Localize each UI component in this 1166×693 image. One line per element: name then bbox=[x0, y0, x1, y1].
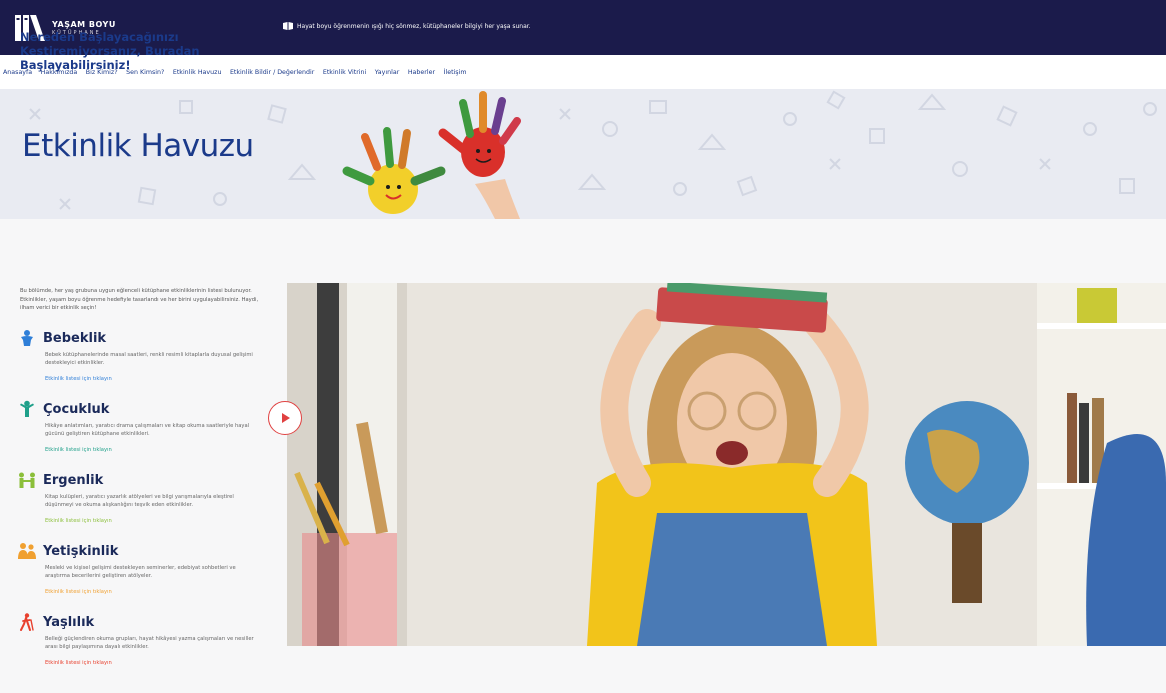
stage-header: Çocukluk bbox=[18, 399, 268, 419]
stage-link[interactable]: Etkinlik listesi için tıklayın bbox=[45, 660, 268, 666]
stage-title: Yaşlılık bbox=[43, 614, 95, 630]
stage-title: Çocukluk bbox=[43, 401, 110, 417]
elderly-walking-icon bbox=[20, 613, 34, 631]
stage-ergenlik: Ergenlik Kitap kulüpleri, yaratıcı yazar… bbox=[18, 470, 268, 524]
stage-description: Kitap kulüpleri, yaratıcı yazarlık atöly… bbox=[45, 494, 234, 508]
stage-title: Ergenlik bbox=[43, 472, 104, 488]
baby-icon bbox=[21, 330, 33, 346]
nav-item-etkinlik-vitrini[interactable]: Etkinlik Vitrini bbox=[323, 69, 366, 76]
adults-icon bbox=[18, 543, 36, 559]
play-video-button[interactable] bbox=[268, 401, 302, 435]
stage-link[interactable]: Etkinlik listesi için tıklayın bbox=[45, 376, 268, 382]
stage-title: Yetişkinlik bbox=[43, 543, 119, 559]
stage-description: Bebek kütüphanelerinde masal saatleri, r… bbox=[45, 352, 253, 366]
stage-description: Belleği güçlendiren okuma grupları, haya… bbox=[45, 636, 254, 650]
tagline: Hayat boyu öğrenmenin ışığı hiç sönmez, … bbox=[283, 22, 531, 30]
stage-yaslilik: Yaşlılık Belleği güçlendiren okuma grupl… bbox=[18, 612, 268, 666]
girl-with-books-image bbox=[287, 283, 1166, 646]
page-title: Etkinlik Havuzu bbox=[22, 128, 254, 164]
logo-line1: YAŞAM BOYU bbox=[52, 19, 116, 29]
stage-header: Yaşlılık bbox=[18, 612, 268, 632]
stage-link[interactable]: Etkinlik listesi için tıklayın bbox=[45, 447, 268, 453]
stage-link[interactable]: Etkinlik listesi için tıklayın bbox=[45, 518, 268, 524]
play-icon bbox=[282, 413, 290, 423]
stage-bebeklik: Bebeklik Bebek kütüphanelerinde masal sa… bbox=[18, 328, 268, 382]
section-intro: Bu bölümde, her yaş grubuna uygun eğlenc… bbox=[20, 288, 259, 311]
teen-icon bbox=[19, 472, 35, 488]
stage-title: Bebeklik bbox=[43, 330, 107, 346]
stage-cocukluk: Çocukluk Hikâye anlatımları, yaratıcı dr… bbox=[18, 399, 268, 453]
nav-item-iletisim[interactable]: İletişim bbox=[444, 69, 467, 76]
stage-header: Bebeklik bbox=[18, 328, 268, 348]
nav-item-yayinlar[interactable]: Yayınlar bbox=[375, 69, 400, 76]
child-icon bbox=[20, 400, 34, 417]
painted-hands-image bbox=[342, 91, 521, 219]
hero-banner: Etkinlik Havuzu bbox=[0, 89, 1166, 219]
tagline-text: Hayat boyu öğrenmenin ışığı hiç sönmez, … bbox=[297, 22, 531, 30]
stage-header: Yetişkinlik bbox=[18, 541, 268, 561]
featured-photo bbox=[287, 283, 1166, 646]
stage-yetiskinlik: Yetişkinlik Mesleki ve kişisel gelişimi … bbox=[18, 541, 268, 595]
open-book-icon bbox=[283, 22, 293, 30]
stage-description: Mesleki ve kişisel gelişimi destekleyen … bbox=[45, 565, 236, 579]
stage-header: Ergenlik bbox=[18, 470, 268, 490]
nav-item-haberler[interactable]: Haberler bbox=[408, 69, 435, 76]
stage-link[interactable]: Etkinlik listesi için tıklayın bbox=[45, 589, 268, 595]
section-headline: Nereden Başlayacağınızı Kestiremiyorsanı… bbox=[20, 30, 200, 72]
stage-description: Hikâye anlatımları, yaratıcı drama çalış… bbox=[45, 423, 250, 437]
